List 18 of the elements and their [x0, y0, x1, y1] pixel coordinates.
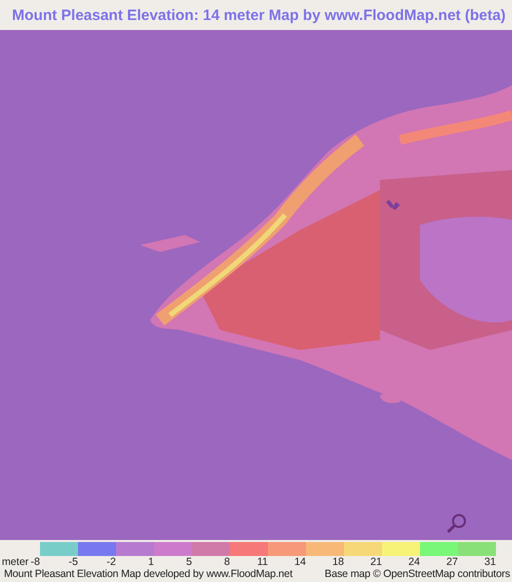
legend-label: -5: [68, 556, 78, 568]
legend-label: -8: [30, 556, 40, 568]
legend-label: 5: [185, 556, 192, 568]
legend-label: -2: [106, 556, 116, 568]
legend-label: 18: [331, 556, 344, 568]
magnifier-icon: [446, 512, 468, 534]
unit-label: meter: [2, 556, 29, 568]
map-title: Mount Pleasant Elevation: 14 meter Map by www.FloodMap.net (beta): [12, 6, 506, 24]
legend-label: 31: [483, 556, 496, 568]
legend-label: 1: [147, 556, 154, 568]
legend-label: 11: [256, 556, 268, 568]
legend-label: 24: [407, 556, 420, 568]
legend-label: 8: [223, 556, 230, 568]
credit-text: Mount Pleasant Elevation Map developed by www.FloodMap.net: [4, 568, 292, 580]
legend-label: 27: [445, 556, 458, 568]
attribution-text: Base map © OpenStreetMap contributors: [324, 568, 510, 580]
legend-label: 21: [369, 556, 382, 568]
legend-label: 14: [293, 556, 306, 568]
